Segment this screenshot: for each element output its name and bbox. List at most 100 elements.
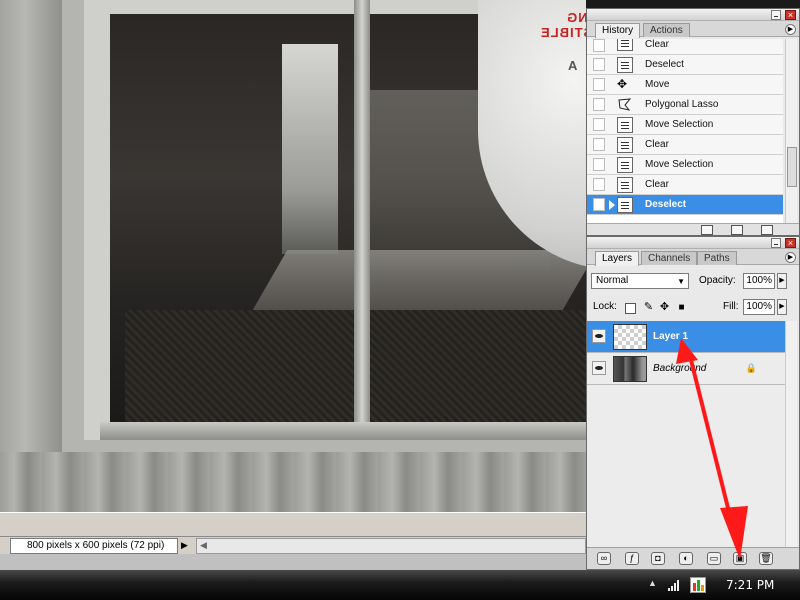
fill-label: Fill: (723, 301, 739, 312)
eye-icon[interactable] (592, 329, 606, 343)
history-palette: × History Actions ▶ Clear Deselect ✥ Move… (586, 8, 800, 236)
tray-app-icon[interactable] (690, 577, 706, 593)
snapshot-checkbox[interactable] (593, 118, 605, 131)
status-gap (0, 512, 586, 536)
tab-actions[interactable]: Actions (643, 23, 690, 37)
snapshot-checkbox[interactable] (593, 98, 605, 111)
minimize-icon[interactable] (771, 238, 781, 248)
history-item[interactable]: Move Selection (587, 115, 783, 135)
history-scrollbar[interactable] (785, 39, 797, 225)
snapshot-checkbox[interactable] (593, 138, 605, 151)
tab-channels[interactable]: Channels (641, 251, 698, 265)
tab-layers[interactable]: Layers (595, 251, 640, 266)
horizontal-scrollbar[interactable] (196, 538, 586, 554)
history-item-label: Clear (645, 39, 669, 50)
history-item-label: Deselect (645, 199, 687, 210)
adjustment-layer-icon[interactable]: ◐ (679, 552, 693, 565)
lock-position-icon[interactable]: ✥ (659, 302, 670, 314)
polygonal-lasso-icon (617, 97, 633, 113)
history-item-label: Move (645, 79, 670, 90)
tab-paths[interactable]: Paths (697, 251, 737, 265)
layers-scrollbar[interactable] (785, 321, 797, 547)
history-state-icon (617, 137, 633, 153)
layer-thumbnail (613, 324, 647, 350)
eye-icon[interactable] (592, 361, 606, 375)
history-item-label: Clear (645, 139, 669, 150)
lock-image-icon[interactable]: ✎ (643, 302, 654, 314)
history-item-label: Polygonal Lasso (645, 99, 719, 110)
layer-mask-icon[interactable]: ◘ (651, 552, 665, 565)
taskbar-clock[interactable]: 7:21 PM (726, 578, 774, 592)
taskbar: ▲ 7:21 PM (0, 570, 800, 600)
minimize-icon[interactable] (771, 10, 781, 20)
snapshot-checkbox[interactable] (593, 198, 605, 211)
layers-list: Layer 1 Background 🔒 (587, 321, 785, 547)
status-bar: 800 pixels x 600 pixels (72 ppi) ▶ ◀ (0, 536, 586, 554)
history-state-icon (617, 39, 633, 51)
link-layers-icon[interactable]: ∞ (597, 552, 611, 565)
scroll-left-icon[interactable]: ◀ (200, 540, 207, 551)
history-item[interactable]: Clear (587, 175, 783, 195)
status-menu-arrow-icon[interactable]: ▶ (181, 540, 188, 551)
delete-layer-icon[interactable]: 🗑 (759, 552, 773, 565)
history-state-marker-icon (609, 200, 615, 210)
new-group-icon[interactable]: ▭ (707, 552, 721, 565)
layer-row-background[interactable]: Background 🔒 (587, 353, 785, 385)
delete-state-icon[interactable] (761, 225, 773, 235)
lock-all-icon[interactable]: ■ (676, 303, 687, 314)
fill-slider-arrow-icon[interactable]: ▶ (777, 299, 787, 315)
new-document-from-state-icon[interactable] (701, 225, 713, 235)
document-info-field: 800 pixels x 600 pixels (72 ppi) (10, 538, 178, 554)
close-icon[interactable]: × (785, 238, 796, 248)
tray-expand-icon[interactable]: ▲ (648, 578, 657, 588)
window-mullion (354, 0, 370, 440)
palette-menu-icon[interactable]: ▶ (785, 252, 796, 263)
opacity-input[interactable]: 100% (743, 273, 775, 289)
history-state-icon (617, 117, 633, 133)
lock-transparent-icon[interactable] (625, 303, 636, 314)
layers-tabs: Layers Channels Paths ▶ (587, 249, 799, 266)
snapshot-checkbox[interactable] (593, 158, 605, 171)
opacity-slider-arrow-icon[interactable]: ▶ (777, 273, 787, 289)
history-state-icon (617, 177, 633, 193)
history-item[interactable]: Move Selection (587, 155, 783, 175)
chevron-down-icon: ▼ (677, 277, 685, 286)
history-item[interactable]: Polygonal Lasso (587, 95, 783, 115)
palette-menu-icon[interactable]: ▶ (785, 24, 796, 35)
blend-mode-select[interactable]: Normal ▼ (591, 273, 689, 289)
layers-palette-titlebar[interactable]: × (587, 237, 799, 249)
move-tool-icon: ✥ (617, 77, 628, 91)
snapshot-checkbox[interactable] (593, 39, 605, 52)
reflection-doorway (282, 44, 338, 254)
document-canvas[interactable]: ING STIBLE A (0, 0, 586, 512)
history-item-label: Deselect (645, 59, 684, 70)
new-layer-icon[interactable]: ▣ (733, 552, 747, 565)
layer-row-layer-1[interactable]: Layer 1 (587, 321, 785, 353)
siding-bottom (0, 452, 586, 512)
snapshot-checkbox[interactable] (593, 58, 605, 71)
history-item[interactable]: Clear (587, 135, 783, 155)
snapshot-checkbox[interactable] (593, 78, 605, 91)
history-item[interactable]: Clear (587, 39, 783, 55)
layer-style-icon[interactable]: ƒ (625, 552, 639, 565)
history-item-label: Clear (645, 179, 669, 190)
close-icon[interactable]: × (785, 10, 796, 20)
history-item-selected[interactable]: Deselect (587, 195, 783, 215)
layers-footer: ∞ ƒ ◘ ◐ ▭ ▣ 🗑 (587, 547, 799, 569)
history-state-icon (617, 197, 633, 213)
history-footer (587, 223, 799, 235)
history-item[interactable]: ✥ Move (587, 75, 783, 95)
history-state-icon (617, 57, 633, 73)
layer-name: Layer 1 (653, 331, 689, 342)
sign-text-line3: A (568, 58, 578, 73)
snapshot-checkbox[interactable] (593, 178, 605, 191)
scrollbar-thumb[interactable] (787, 147, 797, 187)
new-snapshot-icon[interactable] (731, 225, 743, 235)
network-signal-icon[interactable] (668, 579, 682, 591)
history-item[interactable]: Deselect (587, 55, 783, 75)
tab-history[interactable]: History (595, 23, 641, 38)
history-palette-titlebar[interactable]: × (587, 9, 799, 21)
sign-text-line2: STIBLE (540, 25, 586, 40)
blend-mode-value: Normal (596, 275, 629, 286)
fill-input[interactable]: 100% (743, 299, 775, 315)
